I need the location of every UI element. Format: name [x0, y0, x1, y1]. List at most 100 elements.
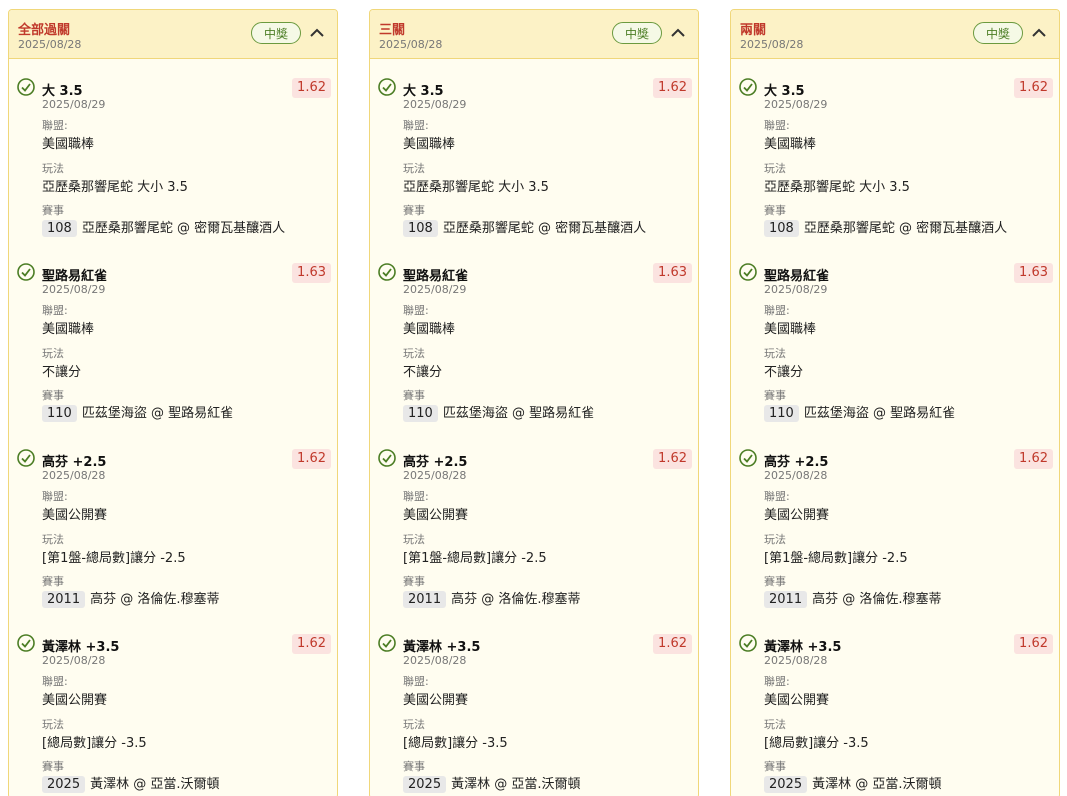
leg-item: 黃澤林 +3.5 2025/08/28 1.62 聯盟: 美國公開賽 玩法 [總…	[731, 628, 1059, 796]
league-label: 聯盟:	[42, 675, 68, 688]
event-teams: 黃澤林 @ 亞當.沃爾頓	[90, 777, 220, 792]
parlay-board: 全部過關 2025/08/28 中獎 大 3.5 2025/08/29 1.62…	[0, 0, 1067, 796]
leg-title: 黃澤林 +3.5	[764, 640, 842, 655]
league-label: 聯盟:	[403, 304, 429, 317]
card-date: 2025/08/28	[740, 38, 804, 51]
league-label: 聯盟:	[42, 304, 68, 317]
league-value: 美國公開賽	[403, 693, 469, 708]
event-number: 2025	[42, 776, 86, 793]
market-label: 玩法	[42, 533, 64, 546]
event-number: 110	[764, 405, 799, 422]
check-circle-icon	[378, 634, 396, 652]
league-value: 美國職棒	[42, 322, 95, 337]
event-label: 賽事	[403, 760, 425, 773]
event-value: 110 匹茲堡海盜 @ 聖路易紅雀	[764, 402, 955, 422]
check-circle-icon	[378, 78, 396, 96]
event-value: 2025 黃澤林 @ 亞當.沃爾頓	[764, 773, 942, 793]
event-teams: 亞歷桑那響尾蛇 @ 密爾瓦基釀酒人	[442, 221, 647, 236]
event-teams: 黃澤林 @ 亞當.沃爾頓	[812, 777, 942, 792]
win-badge: 中獎	[612, 22, 662, 44]
chevron-up-icon[interactable]	[307, 23, 327, 43]
leg-item: 高芬 +2.5 2025/08/28 1.62 聯盟: 美國公開賽 玩法 [第1…	[731, 443, 1059, 629]
event-teams: 匹茲堡海盜 @ 聖路易紅雀	[442, 406, 595, 421]
event-number: 2011	[42, 591, 86, 608]
market-value: 亞歷桑那響尾蛇 大小 3.5	[403, 180, 549, 195]
market-label: 玩法	[403, 347, 425, 360]
league-label: 聯盟:	[403, 675, 429, 688]
league-label: 聯盟:	[403, 490, 429, 503]
card-header[interactable]: 全部過關 2025/08/28 中獎	[9, 10, 337, 59]
event-value: 2011 高芬 @ 洛倫佐.穆塞蒂	[42, 588, 220, 608]
event-value: 110 匹茲堡海盜 @ 聖路易紅雀	[42, 402, 233, 422]
market-label: 玩法	[764, 533, 786, 546]
leg-item: 聖路易紅雀 2025/08/29 1.63 聯盟: 美國職棒 玩法 不讓分 賽事…	[731, 257, 1059, 443]
market-value: [總局數]讓分 -3.5	[403, 736, 508, 751]
leg-date: 2025/08/29	[403, 98, 467, 111]
odds-badge: 1.62	[653, 634, 692, 654]
event-label: 賽事	[403, 204, 425, 217]
event-teams: 高芬 @ 洛倫佐.穆塞蒂	[451, 592, 581, 607]
market-value: 不讓分	[42, 365, 82, 380]
event-label: 賽事	[42, 760, 64, 773]
event-label: 賽事	[764, 204, 786, 217]
card-header[interactable]: 兩關 2025/08/28 中獎	[731, 10, 1059, 59]
leg-date: 2025/08/28	[764, 654, 828, 667]
event-label: 賽事	[764, 389, 786, 402]
market-value: 亞歷桑那響尾蛇 大小 3.5	[42, 180, 188, 195]
odds-badge: 1.62	[653, 78, 692, 98]
check-circle-icon	[17, 78, 35, 96]
check-circle-icon	[739, 78, 757, 96]
market-value: 不讓分	[403, 365, 443, 380]
league-label: 聯盟:	[764, 304, 790, 317]
odds-badge: 1.62	[653, 449, 692, 469]
league-value: 美國公開賽	[403, 508, 469, 523]
event-value: 110 匹茲堡海盜 @ 聖路易紅雀	[403, 402, 594, 422]
chevron-up-icon[interactable]	[1029, 23, 1049, 43]
leg-date: 2025/08/28	[403, 654, 467, 667]
check-circle-icon	[17, 449, 35, 467]
leg-item: 聖路易紅雀 2025/08/29 1.63 聯盟: 美國職棒 玩法 不讓分 賽事…	[9, 257, 337, 443]
league-label: 聯盟:	[42, 119, 68, 132]
event-label: 賽事	[764, 760, 786, 773]
event-teams: 匹茲堡海盜 @ 聖路易紅雀	[81, 406, 234, 421]
leg-title: 聖路易紅雀	[403, 269, 469, 284]
leg-date: 2025/08/28	[42, 469, 106, 482]
leg-date: 2025/08/28	[764, 469, 828, 482]
chevron-up-icon[interactable]	[668, 23, 688, 43]
leg-item: 大 3.5 2025/08/29 1.62 聯盟: 美國職棒 玩法 亞歷桑那響尾…	[370, 72, 698, 258]
event-label: 賽事	[764, 575, 786, 588]
leg-title: 大 3.5	[764, 84, 805, 99]
parlay-card: 全部過關 2025/08/28 中獎 大 3.5 2025/08/29 1.62…	[8, 9, 338, 796]
card-date: 2025/08/28	[379, 38, 443, 51]
event-number: 2025	[403, 776, 447, 793]
league-value: 美國職棒	[403, 137, 456, 152]
market-label: 玩法	[42, 162, 64, 175]
event-value: 108 亞歷桑那響尾蛇 @ 密爾瓦基釀酒人	[42, 217, 285, 237]
event-number: 110	[403, 405, 438, 422]
odds-badge: 1.62	[292, 449, 331, 469]
market-label: 玩法	[403, 162, 425, 175]
win-badge: 中獎	[973, 22, 1023, 44]
leg-item: 高芬 +2.5 2025/08/28 1.62 聯盟: 美國公開賽 玩法 [第1…	[9, 443, 337, 629]
event-label: 賽事	[42, 389, 64, 402]
league-value: 美國公開賽	[764, 693, 830, 708]
check-circle-icon	[17, 634, 35, 652]
event-value: 2011 高芬 @ 洛倫佐.穆塞蒂	[403, 588, 581, 608]
league-label: 聯盟:	[764, 490, 790, 503]
market-value: [第1盤-總局數]讓分 -2.5	[42, 551, 186, 566]
leg-title: 黃澤林 +3.5	[403, 640, 481, 655]
event-label: 賽事	[42, 204, 64, 217]
leg-item: 黃澤林 +3.5 2025/08/28 1.62 聯盟: 美國公開賽 玩法 [總…	[370, 628, 698, 796]
league-label: 聯盟:	[42, 490, 68, 503]
odds-badge: 1.62	[1014, 449, 1053, 469]
league-label: 聯盟:	[764, 675, 790, 688]
market-value: 亞歷桑那響尾蛇 大小 3.5	[764, 180, 910, 195]
league-value: 美國職棒	[42, 137, 95, 152]
event-value: 2025 黃澤林 @ 亞當.沃爾頓	[403, 773, 581, 793]
league-value: 美國職棒	[403, 322, 456, 337]
market-label: 玩法	[764, 347, 786, 360]
odds-badge: 1.62	[1014, 634, 1053, 654]
event-teams: 高芬 @ 洛倫佐.穆塞蒂	[812, 592, 942, 607]
card-header[interactable]: 三關 2025/08/28 中獎	[370, 10, 698, 59]
league-label: 聯盟:	[403, 119, 429, 132]
